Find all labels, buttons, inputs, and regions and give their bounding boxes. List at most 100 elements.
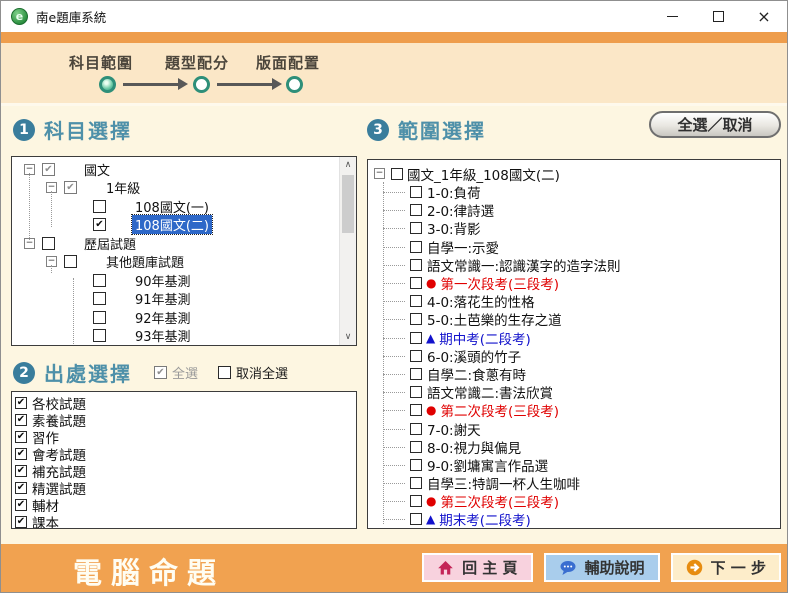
subject-tree-item[interactable]: 92年基測 bbox=[12, 308, 336, 327]
tree-item-checkbox[interactable] bbox=[42, 237, 55, 250]
range-item-checkbox[interactable] bbox=[410, 186, 422, 198]
range-item-checkbox[interactable] bbox=[410, 350, 422, 362]
tree-item-label[interactable]: 92年基測 bbox=[132, 308, 194, 327]
range-tree-item[interactable]: 自學二:食蔥有時 bbox=[368, 365, 780, 383]
subject-tree-item[interactable]: −其他題庫試題 bbox=[12, 253, 336, 272]
scroll-up-icon[interactable]: ∧ bbox=[340, 157, 356, 173]
tree-item-checkbox[interactable] bbox=[93, 292, 106, 305]
source-item-checkbox[interactable]: ✔ bbox=[15, 397, 27, 409]
range-item-checkbox[interactable] bbox=[410, 295, 422, 307]
tree-item-label[interactable]: 1年級 bbox=[103, 178, 143, 197]
expand-collapse-toggle[interactable]: − bbox=[374, 168, 385, 179]
range-item-checkbox[interactable] bbox=[410, 277, 422, 289]
tree-item-label[interactable]: 歷屆試題 bbox=[81, 234, 139, 253]
source-item-checkbox[interactable]: ✔ bbox=[15, 431, 27, 443]
range-item-checkbox[interactable] bbox=[410, 368, 422, 380]
tree-item-label[interactable]: 108國文(二) bbox=[132, 215, 212, 234]
source-item-checkbox[interactable]: ✔ bbox=[15, 482, 27, 494]
range-tree-item[interactable]: ●第一次段考(三段考) bbox=[368, 274, 780, 292]
range-tree-item[interactable]: ▲期中考(二段考) bbox=[368, 329, 780, 347]
range-tree-item[interactable]: 自學一:示愛 bbox=[368, 238, 780, 256]
range-tree-item[interactable]: 語文常識二:書法欣賞 bbox=[368, 383, 780, 401]
range-tree-item[interactable]: 5-0:土芭樂的生存之道 bbox=[368, 310, 780, 328]
subject-tree-item[interactable]: −✔國文 bbox=[12, 160, 336, 179]
range-tree-item[interactable]: ▲期末考(二段考) bbox=[368, 510, 780, 528]
range-item-checkbox[interactable] bbox=[410, 259, 422, 271]
range-item-checkbox[interactable] bbox=[410, 404, 422, 416]
range-item-checkbox[interactable] bbox=[410, 332, 422, 344]
range-item-checkbox[interactable] bbox=[410, 513, 422, 525]
tree-item-checkbox[interactable] bbox=[93, 329, 106, 342]
source-list-item[interactable]: ✔課本 bbox=[12, 513, 356, 529]
subject-tree-scrollbar[interactable]: ∧ ∨ bbox=[339, 157, 356, 345]
range-item-checkbox[interactable] bbox=[410, 386, 422, 398]
tree-item-checkbox[interactable] bbox=[93, 311, 106, 324]
source-item-checkbox[interactable]: ✔ bbox=[15, 414, 27, 426]
range-tree-item[interactable]: 自學三:特調一杯人生咖啡 bbox=[368, 474, 780, 492]
source-list-item[interactable]: ✔精選試題 bbox=[12, 479, 356, 496]
subject-tree-item[interactable]: 90年基測 bbox=[12, 271, 336, 290]
range-item-checkbox[interactable] bbox=[410, 423, 422, 435]
source-item-checkbox[interactable]: ✔ bbox=[15, 516, 27, 528]
maximize-button[interactable] bbox=[695, 1, 741, 32]
tree-item-label[interactable]: 91年基測 bbox=[132, 289, 194, 308]
source-list-item[interactable]: ✔會考試題 bbox=[12, 445, 356, 462]
tree-item-checkbox[interactable]: ✔ bbox=[64, 181, 77, 194]
range-root-item[interactable]: − 國文_1年級_108國文(二) bbox=[368, 164, 780, 183]
range-tree-item[interactable]: 8-0:視力與偏見 bbox=[368, 438, 780, 456]
close-button[interactable]: × bbox=[741, 1, 787, 32]
subject-tree-item[interactable]: 94年基測 bbox=[12, 345, 336, 346]
select-all-checkbox[interactable]: ✔ 全選 bbox=[154, 363, 198, 382]
range-tree-item[interactable]: 6-0:溪頭的竹子 bbox=[368, 347, 780, 365]
help-button[interactable]: 輔助說明 bbox=[544, 553, 660, 582]
source-list-item[interactable]: ✔習作 bbox=[12, 428, 356, 445]
subject-tree-item[interactable]: −歷屆試題 bbox=[12, 234, 336, 253]
source-list-item[interactable]: ✔各校試題 bbox=[12, 394, 356, 411]
minimize-button[interactable] bbox=[649, 1, 695, 32]
subject-tree-item[interactable]: ✔ 108國文(二) bbox=[12, 216, 336, 235]
tree-item-checkbox[interactable]: ✔ bbox=[93, 218, 106, 231]
source-item-checkbox[interactable]: ✔ bbox=[15, 448, 27, 460]
tree-item-label[interactable]: 90年基測 bbox=[132, 271, 194, 290]
range-item-checkbox[interactable] bbox=[410, 495, 422, 507]
range-item-checkbox[interactable] bbox=[410, 204, 422, 216]
select-all-checkbox-box[interactable]: ✔ bbox=[154, 366, 167, 379]
tree-item-label[interactable]: 國文 bbox=[81, 160, 113, 179]
range-tree-item[interactable]: 2-0:律詩選 bbox=[368, 201, 780, 219]
source-list-item[interactable]: ✔補充試題 bbox=[12, 462, 356, 479]
range-item-checkbox[interactable] bbox=[410, 313, 422, 325]
range-tree-item[interactable]: 1-0:負荷 bbox=[368, 183, 780, 201]
range-tree-item[interactable]: 4-0:落花生的性格 bbox=[368, 292, 780, 310]
subject-tree-item[interactable]: 93年基測 bbox=[12, 327, 336, 346]
range-tree-item[interactable]: 3-0:背影 bbox=[368, 219, 780, 237]
range-item-checkbox[interactable] bbox=[410, 441, 422, 453]
tree-item-checkbox[interactable] bbox=[93, 274, 106, 287]
source-list-item[interactable]: ✔素養試題 bbox=[12, 411, 356, 428]
tree-item-checkbox[interactable] bbox=[64, 255, 77, 268]
next-step-button[interactable]: 下 一 步 bbox=[671, 553, 781, 582]
tree-item-label[interactable]: 93年基測 bbox=[132, 326, 194, 345]
range-tree-item[interactable]: ●第三次段考(三段考) bbox=[368, 492, 780, 510]
scroll-down-icon[interactable]: ∨ bbox=[340, 329, 356, 345]
range-item-checkbox[interactable] bbox=[410, 477, 422, 489]
subject-tree-item[interactable]: −✔1年級 bbox=[12, 179, 336, 198]
subject-tree-item[interactable]: 108國文(一) bbox=[12, 197, 336, 216]
scrollbar-thumb[interactable] bbox=[342, 175, 354, 233]
range-root-checkbox[interactable] bbox=[391, 168, 403, 180]
range-item-checkbox[interactable] bbox=[410, 222, 422, 234]
tree-item-checkbox[interactable]: ✔ bbox=[42, 163, 55, 176]
tree-item-label[interactable]: 108國文(一) bbox=[132, 197, 212, 216]
source-item-checkbox[interactable]: ✔ bbox=[15, 499, 27, 511]
range-tree-item[interactable]: 9-0:劉墉寓言作品選 bbox=[368, 456, 780, 474]
range-item-checkbox[interactable] bbox=[410, 241, 422, 253]
range-tree-item[interactable]: 7-0:謝天 bbox=[368, 419, 780, 437]
range-tree-item[interactable]: ●第二次段考(三段考) bbox=[368, 401, 780, 419]
tree-item-label[interactable]: 94年基測 bbox=[132, 345, 194, 346]
tree-item-label[interactable]: 其他題庫試題 bbox=[103, 252, 187, 271]
source-item-checkbox[interactable]: ✔ bbox=[15, 465, 27, 477]
range-item-checkbox[interactable] bbox=[410, 459, 422, 471]
source-list-item[interactable]: ✔輔材 bbox=[12, 496, 356, 513]
subject-tree-item[interactable]: 91年基測 bbox=[12, 290, 336, 309]
range-tree-item[interactable]: 語文常識一:認識漢字的造字法則 bbox=[368, 256, 780, 274]
deselect-all-checkbox-box[interactable] bbox=[218, 366, 231, 379]
